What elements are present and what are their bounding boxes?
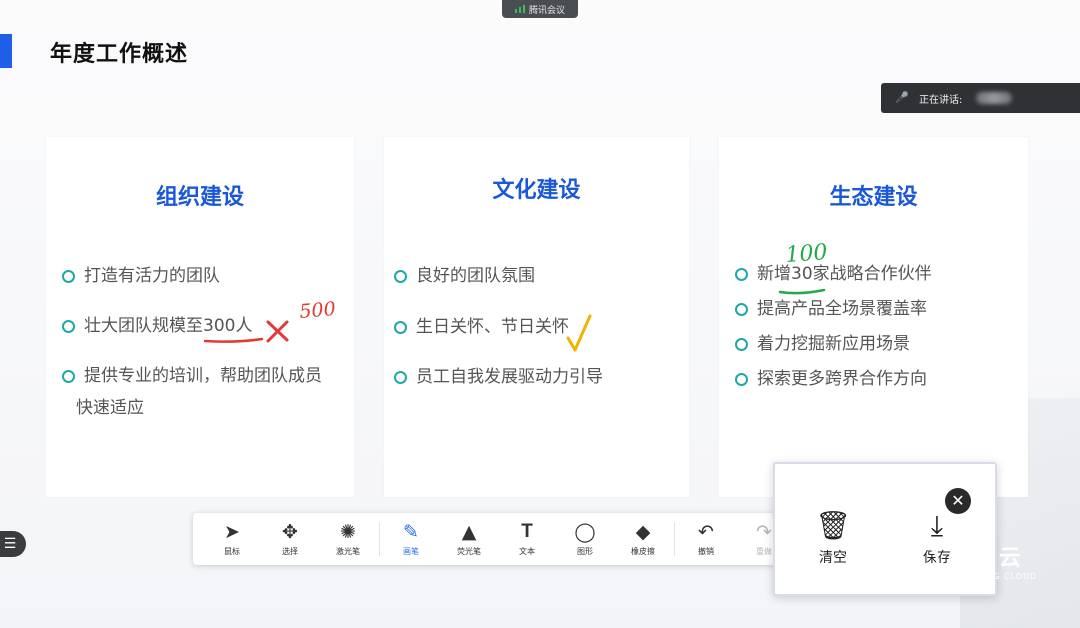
- watermark-subtext: XIAOXIANG CLOUD: [947, 572, 1038, 581]
- close-icon: ✕: [951, 491, 965, 510]
- list-icon: ☰: [3, 536, 17, 552]
- meeting-app-name: 腾讯会议: [528, 5, 565, 16]
- laser-icon: ✺: [340, 521, 356, 543]
- redo-icon: ↷: [756, 521, 772, 543]
- meeting-indicator[interactable]: 腾讯会议: [502, 0, 578, 18]
- tool-select[interactable]: ✥ 选择: [261, 516, 319, 562]
- move-icon: ✥: [282, 521, 298, 543]
- watermark-logo-icon: [905, 543, 939, 578]
- bullet-ring-icon: [394, 321, 407, 334]
- clear-button[interactable]: 🗑 清空: [781, 492, 885, 586]
- list-item: 探索更多跨界合作方向: [735, 363, 927, 395]
- bullet-ring-icon: [394, 371, 407, 384]
- list-item: 着力挖掘新应用场景: [735, 328, 910, 360]
- card-title: 生态建设: [829, 185, 918, 210]
- tool-pen[interactable]: ✎ 画笔: [382, 516, 440, 562]
- title-accent-bar: [0, 34, 12, 68]
- list-item: 生日关怀、节日关怀: [394, 311, 569, 343]
- trash-icon: 🗑: [815, 509, 851, 542]
- toolbar-divider: [379, 522, 380, 556]
- tool-text[interactable]: T 文本: [498, 516, 556, 562]
- card-title: 组织建设: [155, 185, 244, 210]
- list-item: 提高产品全场景覆盖率: [735, 293, 927, 325]
- list-item: 壮大团队规模至300人: [62, 310, 252, 342]
- microphone-icon: 🎤: [895, 91, 909, 104]
- annotation-toolbar: ➤ 鼠标 ✥ 选择 ✺ 激光笔 ✎ 画笔 ▲ 荧光笔 T 文本 ◯ 图形 ◆ 橡皮擦 ↶ 撤销 ↷…: [193, 513, 813, 565]
- bullet-ring-icon: [62, 370, 75, 383]
- close-popup-button[interactable]: ✕: [945, 488, 971, 514]
- bullet-ring-icon: [735, 373, 748, 386]
- pen-icon: ✎: [403, 521, 419, 543]
- card-culture: 文化建设 良好的团队氛围 生日关怀、节日关怀 员工自我发展驱动力引导: [384, 137, 689, 497]
- card-ecosystem: 生态建设 新增30家战略合作伙伴 提高产品全场景覆盖率 着力挖掘新应用场景 探索…: [719, 137, 1028, 497]
- tool-laser-pointer[interactable]: ✺ 激光笔: [319, 516, 377, 562]
- list-item: 新增30家战略合作伙伴: [735, 258, 932, 290]
- tool-shape[interactable]: ◯ 图形: [556, 516, 614, 562]
- eraser-icon: ◆: [635, 521, 651, 543]
- speaking-label: 正在讲话:: [919, 94, 963, 106]
- list-item: 打造有活力的团队: [62, 260, 220, 292]
- cursor-icon: ➤: [224, 521, 240, 543]
- signal-icon: [514, 5, 525, 13]
- list-item: 员工自我发展驱动力引导: [394, 361, 603, 393]
- list-item-continuation: 快速适应: [76, 398, 144, 418]
- tool-undo[interactable]: ↶ 撤销: [677, 516, 735, 562]
- tool-eraser[interactable]: ◆ 橡皮擦: [614, 516, 672, 562]
- toolbar-divider: [674, 522, 675, 556]
- speaking-indicator: 🎤 正在讲话:: [881, 83, 1080, 113]
- bullet-ring-icon: [394, 270, 407, 283]
- tool-mouse[interactable]: ➤ 鼠标: [203, 516, 261, 562]
- watermark-text: 小象云: [947, 546, 1026, 571]
- card-title: 文化建设: [492, 178, 581, 203]
- download-icon: ⤓: [930, 509, 944, 542]
- bullet-ring-icon: [735, 268, 748, 281]
- card-organization: 组织建设 打造有活力的团队 壮大团队规模至300人 提供专业的培训，帮助团队成员…: [46, 137, 354, 497]
- highlighter-icon: ▲: [461, 521, 477, 543]
- page-title: 年度工作概述: [50, 42, 189, 67]
- bullet-ring-icon: [62, 270, 75, 283]
- list-item: 良好的团队氛围: [394, 260, 535, 292]
- watermark: 小象云 XIAOXIANG CLOUD: [905, 540, 1037, 581]
- bullet-ring-icon: [62, 320, 75, 333]
- bullet-ring-icon: [735, 303, 748, 316]
- speaker-name-blurred: [976, 92, 1013, 104]
- text-icon: T: [521, 521, 533, 542]
- undo-icon: ↶: [698, 521, 714, 543]
- list-item: 提供专业的培训，帮助团队成员: [62, 360, 322, 392]
- circle-icon: ◯: [574, 521, 596, 543]
- bullet-ring-icon: [735, 338, 748, 351]
- side-menu-button[interactable]: ☰: [0, 531, 26, 557]
- tool-highlighter[interactable]: ▲ 荧光笔: [440, 516, 498, 562]
